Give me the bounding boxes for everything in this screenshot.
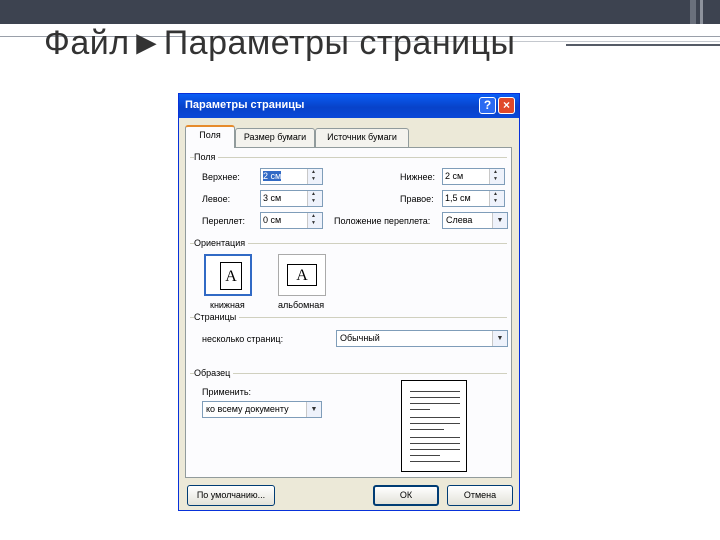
bottom-margin-label: Нижнее: xyxy=(400,172,436,182)
slide-header-stripe-thin xyxy=(700,0,703,24)
dialog-title: Параметры страницы xyxy=(185,99,305,111)
multiple-pages-label: несколько страниц: xyxy=(202,334,284,344)
title-rule-accent xyxy=(566,44,720,46)
left-margin-label: Левое: xyxy=(202,194,231,204)
cancel-button[interactable]: Отмена xyxy=(447,485,513,506)
left-margin-value[interactable]: 3 см xyxy=(263,193,281,203)
chevron-down-icon[interactable]: ▼ xyxy=(306,402,321,417)
multiple-pages-value: Обычный xyxy=(340,333,380,343)
right-margin-arrows[interactable]: ▲ ▼ xyxy=(489,191,504,206)
group-divider xyxy=(190,157,507,158)
right-margin-label: Правое: xyxy=(400,194,434,204)
ok-button[interactable]: ОК xyxy=(373,485,439,506)
right-margin-value[interactable]: 1,5 см xyxy=(445,193,471,203)
gutter-position-value: Слева xyxy=(446,215,473,225)
portrait-label: книжная xyxy=(210,300,245,310)
gutter-spinner[interactable]: 0 см ▲ ▼ xyxy=(260,212,323,229)
apply-to-select[interactable]: ко всему документу ▼ xyxy=(202,401,322,418)
sample-group-label: Образец xyxy=(194,368,234,378)
apply-to-value: ко всему документу xyxy=(206,404,289,414)
portrait-page-icon: A xyxy=(220,262,242,290)
orientation-group-label: Ориентация xyxy=(194,238,249,248)
gutter-value[interactable]: 0 см xyxy=(263,215,281,225)
bottom-margin-spinner[interactable]: 2 см ▲ ▼ xyxy=(442,168,505,185)
default-button[interactable]: По умолчанию... xyxy=(187,485,275,506)
page-preview xyxy=(401,380,467,472)
bottom-margin-value[interactable]: 2 см xyxy=(445,171,463,181)
page-setup-dialog: Параметры страницы ? × Поля Размер бумаг… xyxy=(178,93,520,511)
left-margin-arrows[interactable]: ▲ ▼ xyxy=(307,191,322,206)
top-margin-label: Верхнее: xyxy=(202,172,240,182)
group-divider xyxy=(190,373,507,374)
slide-header-stripe xyxy=(690,0,696,24)
slide-header-bar xyxy=(0,0,720,24)
chevron-down-icon[interactable]: ▼ xyxy=(492,213,507,228)
top-margin-spinner[interactable]: 2 см ▲ ▼ xyxy=(260,168,323,185)
apply-label: Применить: xyxy=(202,387,252,397)
slide-title: Файл►Параметры страницы xyxy=(44,24,516,62)
top-margin-value[interactable]: 2 см xyxy=(263,171,282,181)
right-margin-spinner[interactable]: 1,5 см ▲ ▼ xyxy=(442,190,505,207)
tab-paper-source[interactable]: Источник бумаги xyxy=(315,128,409,147)
left-margin-spinner[interactable]: 3 см ▲ ▼ xyxy=(260,190,323,207)
close-button[interactable]: × xyxy=(498,97,515,114)
gutter-arrows[interactable]: ▲ ▼ xyxy=(307,213,322,228)
gutter-label: Переплет: xyxy=(202,216,245,226)
pages-group-label: Страницы xyxy=(194,312,240,322)
landscape-page-icon: A xyxy=(287,264,317,286)
portrait-option[interactable]: A xyxy=(204,254,252,296)
margins-group-label: Поля xyxy=(194,152,219,162)
landscape-label: альбомная xyxy=(278,300,325,310)
tab-paper-size[interactable]: Размер бумаги xyxy=(235,128,315,147)
bottom-margin-arrows[interactable]: ▲ ▼ xyxy=(489,169,504,184)
multiple-pages-select[interactable]: Обычный ▼ xyxy=(336,330,508,347)
gutter-position-label: Положение переплета: xyxy=(334,216,431,226)
tab-margins[interactable]: Поля xyxy=(185,125,235,148)
gutter-position-select[interactable]: Слева ▼ xyxy=(442,212,508,229)
top-margin-arrows[interactable]: ▲ ▼ xyxy=(307,169,322,184)
landscape-option[interactable]: A xyxy=(278,254,326,296)
chevron-down-icon[interactable]: ▼ xyxy=(492,331,507,346)
dialog-titlebar[interactable]: Параметры страницы ? × xyxy=(179,94,519,118)
help-button[interactable]: ? xyxy=(479,97,496,114)
